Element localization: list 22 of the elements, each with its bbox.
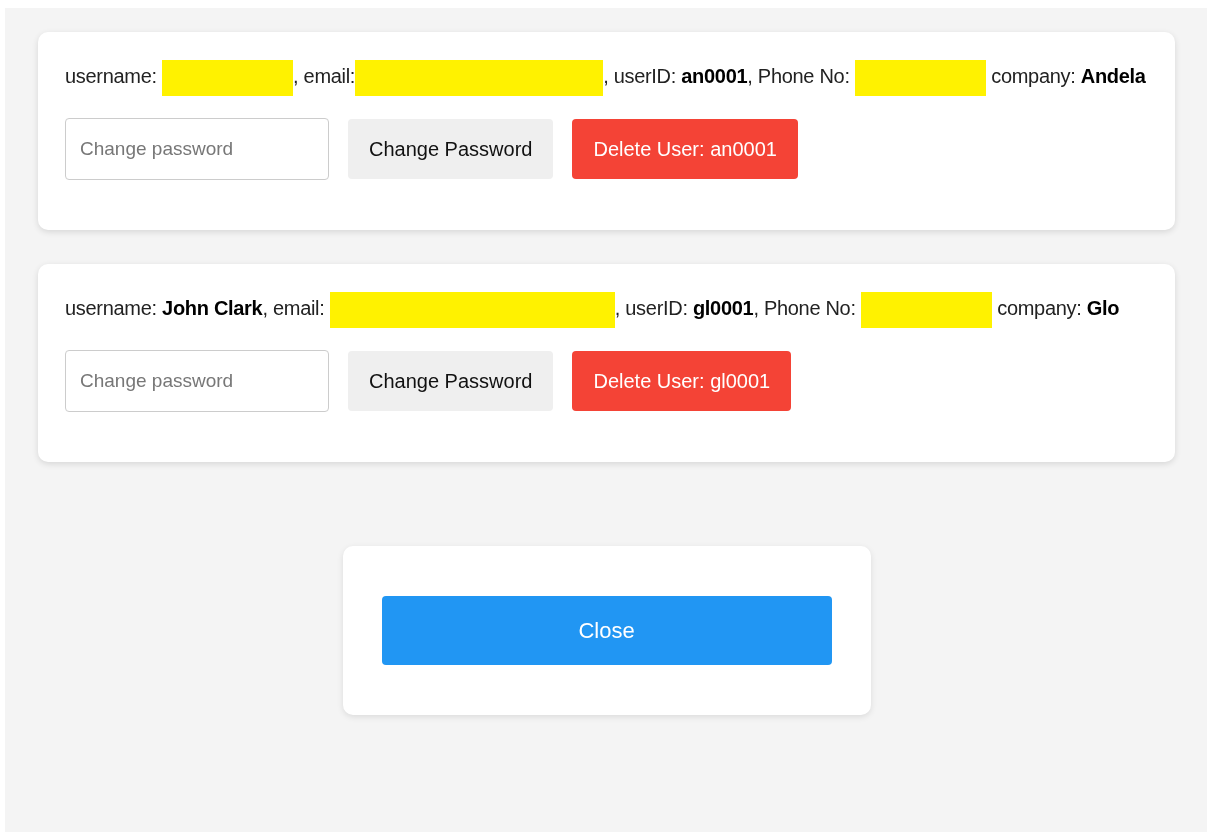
user-info-value: John Clark [162,297,263,319]
delete-user-button[interactable]: Delete User: an0001 [572,119,798,179]
user-info-label: company: [990,65,1077,87]
password-field[interactable]: Change password [65,118,329,180]
user-info-value: gl0001 [692,297,754,319]
close-button[interactable]: Close [381,596,832,665]
user-info-label: , Phone No: [753,297,857,319]
user-info-label: company: [996,297,1083,319]
user-info-label: , email: [293,65,356,87]
user-info-label: , userID: [603,65,678,87]
user-info-label: username: [65,297,158,319]
user-info-label: , Phone No: [747,65,851,87]
user-info-label: username: [65,65,158,87]
user-info-value: Glo [1086,297,1120,319]
user-info-label: , userID: [614,297,689,319]
user-info-value: an0001 [681,65,748,87]
change-password-button[interactable]: Change Password [348,351,554,411]
user-info-value: Andela [1080,65,1146,87]
change-password-button[interactable]: Change Password [348,119,554,179]
user-info-label: , email: [262,297,326,319]
delete-user-button[interactable]: Delete User: gl0001 [572,351,792,411]
password-field[interactable]: Change password [65,350,329,412]
